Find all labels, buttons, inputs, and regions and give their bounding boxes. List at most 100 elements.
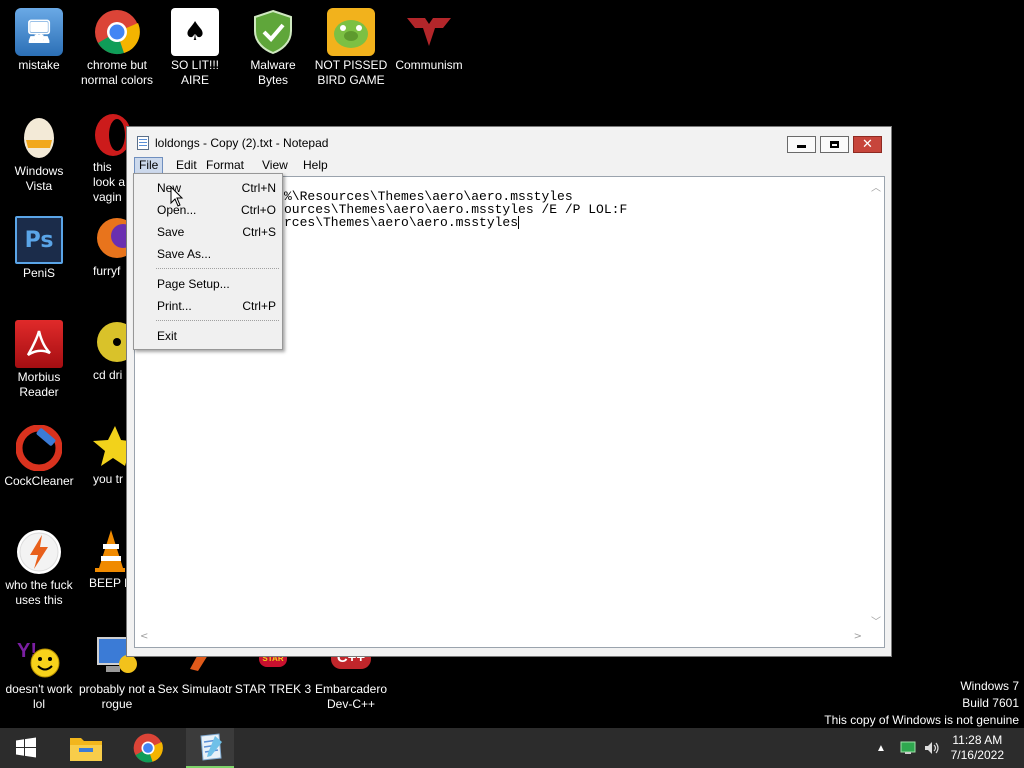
desktop-icon-label: mistake (18, 58, 60, 72)
clock-date: 7/16/2022 (950, 748, 1004, 762)
desktop-icon-label: PeniS (22, 266, 56, 280)
menu-separator (156, 320, 279, 321)
menu-help[interactable]: Help (299, 157, 332, 174)
desktop-icon-label: SO LIT!!! AIRE (170, 58, 219, 87)
desktop-icon-label: NOT PISSED BIRD GAME (314, 58, 388, 87)
solitaire-icon: ♠ (171, 8, 219, 56)
horizontal-scrollbar[interactable]: < > (135, 630, 867, 647)
file-menu-dropdown: New Ctrl+N Open... Ctrl+O Save Ctrl+S Sa… (133, 173, 283, 350)
menu-item-exit[interactable]: Exit (136, 326, 280, 346)
chrome-icon (93, 8, 141, 56)
desktop-icon-yahoo-messenger[interactable]: Y! doesn't work lol (0, 632, 78, 712)
start-button[interactable] (2, 728, 50, 768)
clock-time: 11:28 AM (952, 733, 1003, 747)
vertical-scrollbar[interactable]: ︿ ﹀ (867, 177, 884, 630)
desktop-icon-label: Communism (395, 58, 463, 72)
avast-icon (15, 528, 63, 576)
menu-file[interactable]: File (134, 157, 164, 174)
desktop-icon-label: Morbius Reader (17, 370, 61, 399)
menu-item-open[interactable]: Open... Ctrl+O (136, 200, 280, 220)
menu-item-label: Page Setup... (157, 277, 230, 291)
window-title: loldongs - Copy (2).txt - Notepad (155, 136, 329, 150)
taskbar: ▲ 11:28 AM 7/16/2022 (0, 728, 1024, 768)
maximize-button[interactable] (820, 136, 849, 153)
desktop-icon-label: STAR TREK 3 (234, 682, 312, 696)
text-caret (518, 216, 520, 229)
taskbar-notepad[interactable] (186, 728, 234, 768)
desktop-icon-photoshop[interactable]: Ps PeniS (0, 216, 78, 281)
start-icon (16, 737, 36, 758)
minimize-icon (797, 145, 806, 148)
watermark-os: Windows 7 (960, 679, 1019, 693)
menu-item-print[interactable]: Print... Ctrl+P (136, 296, 280, 316)
menu-item-save-as[interactable]: Save As... (136, 244, 280, 264)
menu-item-shortcut: Ctrl+S (242, 225, 276, 239)
menu-view[interactable]: View (258, 157, 292, 174)
desktop-icon-malwarebytes[interactable]: Malware Bytes (234, 8, 312, 88)
close-icon: ✕ (862, 137, 873, 152)
menu-item-shortcut: Ctrl+O (240, 203, 276, 217)
title-bar[interactable]: loldongs - Copy (2).txt - Notepad ✕ (127, 127, 891, 157)
desktop-icon-label: Embarcadero Dev-C++ (314, 682, 388, 711)
desktop-icon-avast[interactable]: who the fuck uses this (0, 528, 78, 608)
menu-item-label: Save (157, 225, 185, 239)
desktop-icon-solitaire[interactable]: ♠ SO LIT!!! AIRE (156, 8, 234, 88)
menu-item-shortcut: Ctrl+P (242, 299, 276, 313)
taskbar-file-explorer[interactable] (62, 728, 110, 768)
ccleaner-icon (15, 424, 63, 472)
desktop-icon-communism[interactable]: Communism (390, 8, 468, 73)
watermark-build: Build 7601 (962, 696, 1019, 710)
menu-item-label: Exit (157, 329, 178, 343)
mouse-cursor-icon (170, 186, 184, 207)
desktop-icon-label: chrome but normal colors (80, 58, 154, 87)
shield-icon (249, 8, 297, 56)
desktop-icon-label: who the fuck uses this (5, 578, 73, 607)
editor-text[interactable]: %\Resources\Themes\aero\aero.msstyles ou… (284, 190, 627, 229)
desktop-icon-label: Malware Bytes (250, 58, 296, 87)
menu-format[interactable]: Format (202, 157, 248, 174)
papers-please-icon (405, 8, 453, 56)
desktop-icon-acrobat[interactable]: Morbius Reader (0, 320, 78, 400)
scroll-left-icon[interactable]: < (140, 631, 148, 642)
desktop-icon-label: CockCleaner (4, 474, 74, 488)
windows-watermark: Windows 7 Build 7601 This copy of Window… (824, 678, 1019, 729)
menu-item-page-setup[interactable]: Page Setup... (136, 274, 280, 294)
menu-edit[interactable]: Edit (172, 157, 201, 174)
chevron-up-icon: ▲ (876, 742, 886, 754)
chrome-icon (133, 733, 163, 763)
file-explorer-icon (70, 738, 102, 761)
watermark-genuine: This copy of Windows is not genuine (824, 713, 1019, 727)
computer-icon: 🖥 (15, 8, 63, 56)
desktop-icon-mistake[interactable]: 🖥 mistake (0, 8, 78, 73)
menu-item-save[interactable]: Save Ctrl+S (136, 222, 280, 242)
menu-item-shortcut: Ctrl+N (241, 181, 276, 195)
acrobat-icon (15, 320, 63, 368)
taskbar-chrome[interactable] (124, 728, 172, 768)
desktop-icon-ccleaner[interactable]: CockCleaner (0, 424, 78, 489)
desktop-icon-bad-piggies[interactable]: NOT PISSED BIRD GAME (312, 8, 390, 88)
network-icon[interactable] (900, 728, 916, 768)
desktop-icon-windows-vista[interactable]: Windows Vista (0, 114, 78, 194)
yahoo-messenger-icon: Y! (15, 632, 63, 680)
editor-line: rces\Themes\aero\aero.msstyles (284, 215, 519, 230)
volume-icon[interactable] (924, 728, 940, 768)
notepad-icon (137, 136, 149, 150)
taskbar-clock[interactable]: 11:28 AM 7/16/2022 (951, 733, 1004, 763)
desktop-icon-label: Windows Vista (14, 164, 64, 193)
menu-item-label: Print... (157, 299, 192, 313)
minimize-button[interactable] (787, 136, 816, 153)
desktop-icon-label: Sex Simulaotr (157, 682, 233, 696)
menu-separator (156, 268, 279, 269)
scroll-up-icon[interactable]: ︿ (871, 179, 881, 194)
menu-item-label: Save As... (157, 247, 212, 261)
menu-item-new[interactable]: New Ctrl+N (136, 178, 280, 198)
maximize-icon (830, 141, 839, 148)
scroll-down-icon[interactable]: ﹀ (871, 613, 881, 628)
show-hidden-icons-button[interactable]: ▲ (876, 728, 886, 768)
scroll-right-icon[interactable]: > (854, 631, 862, 642)
notepad-icon (200, 733, 222, 761)
close-button[interactable]: ✕ (853, 136, 882, 153)
desktop-icon-chrome[interactable]: chrome but normal colors (78, 8, 156, 88)
egg-icon (15, 114, 63, 162)
bad-piggies-icon (327, 8, 375, 56)
